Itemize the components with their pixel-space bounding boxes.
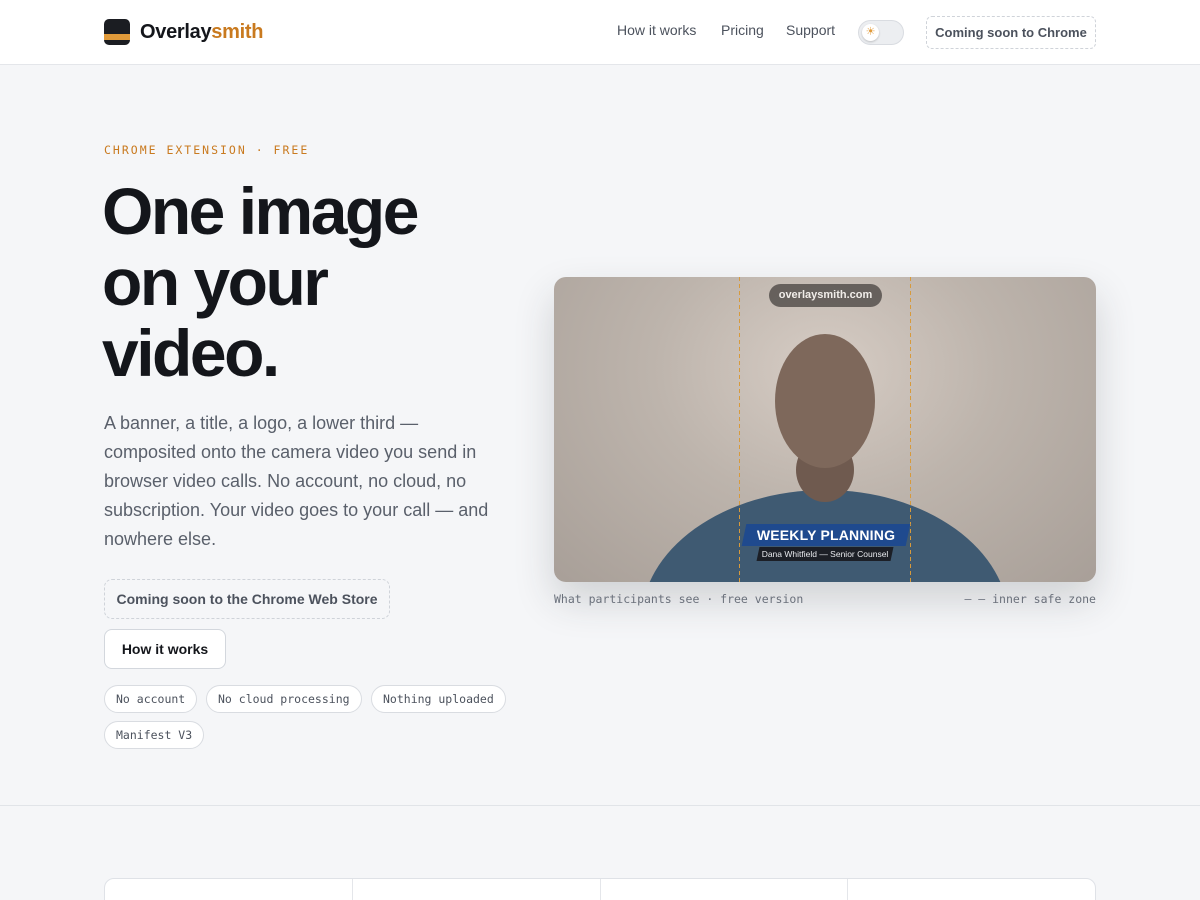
url-badge: overlaysmith.com (769, 284, 882, 307)
lower-third-subtitle: Dana Whitfield — Senior Counsel (761, 549, 889, 559)
feature-card (105, 879, 353, 900)
video-preview: overlaysmith.com WEEKLY PLANNING Dana Wh… (554, 277, 1096, 582)
section-divider (0, 805, 1200, 806)
preview-caption: What participants see · free version (554, 592, 804, 606)
brand-name-accent: smith (211, 20, 264, 43)
safe-zone-legend: – – inner safe zone (964, 592, 1096, 606)
hero-title-line: on your (102, 245, 329, 319)
brand-logo-link[interactable]: Overlaysmith (104, 18, 263, 46)
top-navigation-bar: Overlaysmith How it works Pricing Suppor… (0, 0, 1200, 65)
feature-card (601, 879, 849, 900)
sun-icon: ☀ (862, 24, 879, 41)
feature-card (848, 879, 1095, 900)
nav-link-support[interactable]: Support (786, 22, 835, 38)
hero-title-line: One image (102, 174, 419, 248)
coming-soon-chrome-button[interactable]: Coming soon to Chrome (926, 16, 1096, 49)
hero-title-line: video. (102, 316, 280, 390)
feature-chip: Nothing uploaded (371, 685, 506, 713)
chrome-web-store-button[interactable]: Coming soon to the Chrome Web Store (104, 579, 390, 619)
theme-toggle[interactable]: ☀ (858, 20, 904, 45)
participant-head (775, 334, 875, 468)
feature-chip: No cloud processing (206, 685, 362, 713)
feature-chip: No account (104, 685, 198, 713)
feature-chip: Manifest V3 (104, 721, 205, 749)
nav-link-how-it-works[interactable]: How it works (617, 22, 696, 38)
overlay-logo-icon (104, 19, 130, 45)
hero-eyebrow: CHROME EXTENSION · FREE (104, 143, 310, 157)
hero-title: One image on your video. (102, 176, 522, 389)
brand-name: Overlaysmith (140, 21, 263, 44)
feature-cards-row (104, 878, 1096, 900)
brand-name-main: Overlay (140, 20, 212, 43)
hero-description: A banner, a title, a logo, a lower third… (104, 413, 489, 549)
lower-third-title: WEEKLY PLANNING (756, 527, 896, 543)
feature-card (353, 879, 601, 900)
how-it-works-button[interactable]: How it works (104, 629, 226, 669)
nav-link-pricing[interactable]: Pricing (721, 22, 764, 38)
